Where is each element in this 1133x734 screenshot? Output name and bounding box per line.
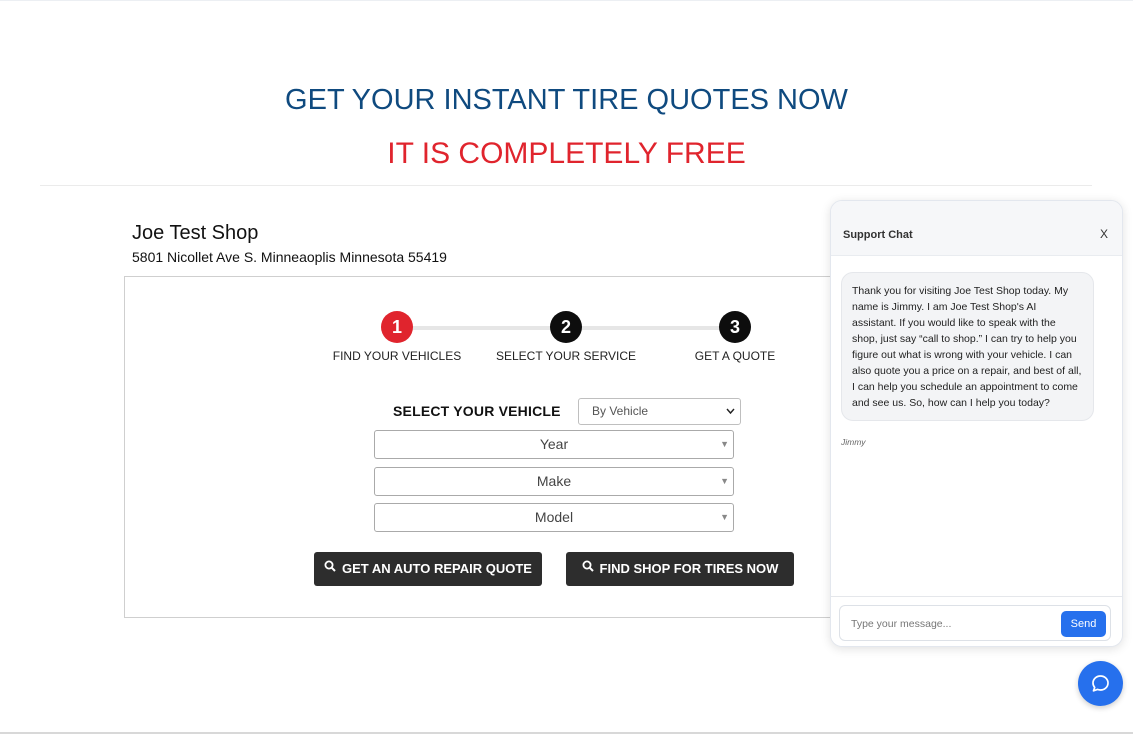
assistant-message: Thank you for visiting Joe Test Shop tod… xyxy=(841,272,1094,421)
vehicle-mode-select[interactable]: By Vehicle xyxy=(578,398,741,425)
make-select-value: Make xyxy=(536,473,572,489)
search-icon xyxy=(582,551,594,585)
year-select-value: Year xyxy=(539,436,569,452)
step-select-service: 2 SELECT YOUR SERVICE xyxy=(486,311,646,363)
auto-repair-quote-button[interactable]: GET AN AUTO REPAIR QUOTE xyxy=(314,552,542,586)
chevron-down-icon xyxy=(726,399,735,434)
shop-address: 5801 Nicollet Ave S. Minneaoplis Minneso… xyxy=(132,249,447,265)
make-select[interactable]: Make ▼ xyxy=(374,467,734,496)
page: GET YOUR INSTANT TIRE QUOTES NOW IT IS C… xyxy=(0,0,1133,734)
step-label: GET A QUOTE xyxy=(694,349,776,363)
vehicle-mode-value: By Vehicle xyxy=(592,404,649,418)
chat-message-input[interactable]: Type your message... Send xyxy=(839,605,1111,641)
divider xyxy=(40,185,1092,186)
message-sender: Jimmy xyxy=(841,437,866,447)
chat-input-placeholder: Type your message... xyxy=(851,618,952,630)
step-find-vehicles: 1 FIND YOUR VEHICLES xyxy=(317,311,477,363)
chat-footer: Type your message... Send xyxy=(831,596,1122,646)
step-number: 2 xyxy=(550,311,582,343)
step-number: 1 xyxy=(381,311,413,343)
chat-header: Support Chat X xyxy=(831,201,1122,256)
caret-down-icon: ▼ xyxy=(720,512,729,522)
find-shop-tires-button[interactable]: FIND SHOP FOR TIRES NOW xyxy=(566,552,794,586)
hero-title: GET YOUR INSTANT TIRE QUOTES NOW xyxy=(285,84,848,116)
close-icon[interactable]: X xyxy=(1100,227,1108,241)
model-select-value: Model xyxy=(534,509,574,525)
shop-name: Joe Test Shop xyxy=(132,222,259,244)
year-select[interactable]: Year ▼ xyxy=(374,430,734,459)
step-label: SELECT YOUR SERVICE xyxy=(495,349,637,363)
search-icon xyxy=(324,551,336,585)
quote-panel: 1 FIND YOUR VEHICLES 2 SELECT YOUR SERVI… xyxy=(124,276,884,618)
step-get-quote: 3 GET A QUOTE xyxy=(655,311,815,363)
hero-subtitle: IT IS COMPLETELY FREE xyxy=(387,137,746,170)
chat-launcher-button[interactable] xyxy=(1078,661,1123,706)
send-button[interactable]: Send xyxy=(1061,611,1106,637)
chat-title: Support Chat xyxy=(843,229,913,241)
model-select[interactable]: Model ▼ xyxy=(374,503,734,532)
step-number: 3 xyxy=(719,311,751,343)
find-shop-tires-label: FIND SHOP FOR TIRES NOW xyxy=(599,561,779,576)
top-border xyxy=(0,0,1133,1)
caret-down-icon: ▼ xyxy=(720,439,729,449)
step-label: FIND YOUR VEHICLES xyxy=(332,349,462,363)
select-vehicle-label: SELECT YOUR VEHICLE xyxy=(393,403,561,419)
chat-bubble-icon xyxy=(1092,675,1109,692)
auto-repair-quote-label: GET AN AUTO REPAIR QUOTE xyxy=(342,561,532,576)
caret-down-icon: ▼ xyxy=(720,476,729,486)
support-chat-window: Support Chat X Thank you for visiting Jo… xyxy=(830,200,1123,647)
